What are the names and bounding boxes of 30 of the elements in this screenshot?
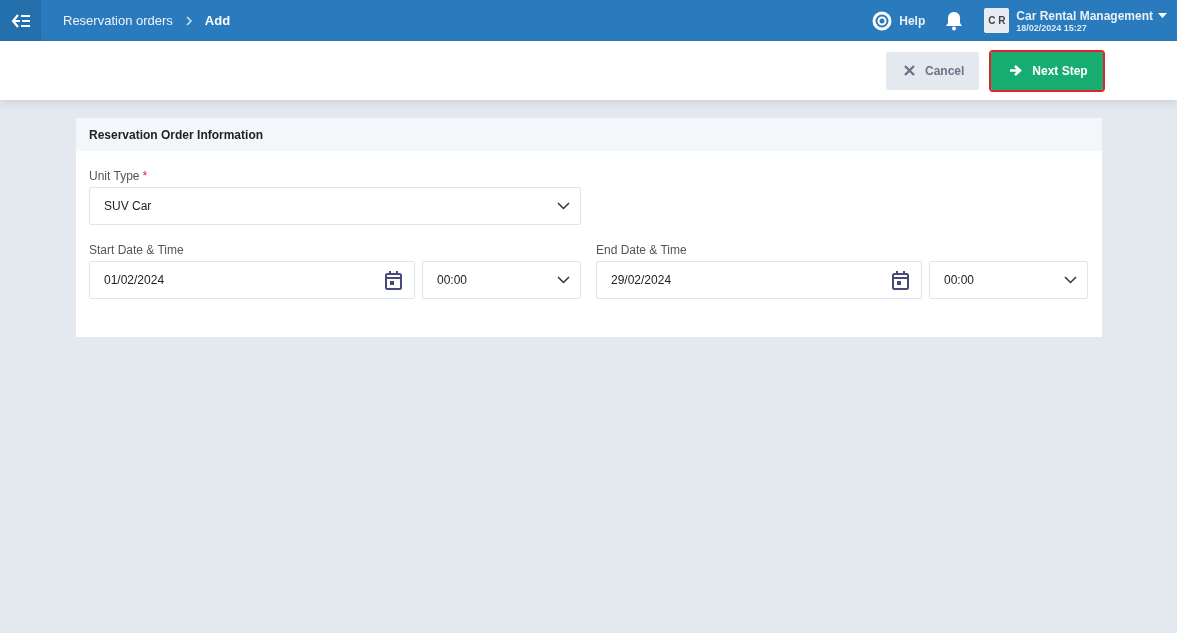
unit-type-select[interactable]: SUV Car (89, 187, 581, 225)
required-mark: * (142, 169, 148, 183)
collapse-menu-button[interactable] (0, 0, 41, 41)
calendar-icon[interactable] (385, 270, 402, 290)
breadcrumb-link[interactable]: Reservation orders (63, 13, 173, 28)
help-button[interactable]: Help (872, 10, 926, 31)
breadcrumb-link[interactable]: Add (204, 13, 231, 28)
date-input[interactable]: 29/02/2024 (596, 261, 922, 299)
account-name[interactable]: Car Rental Management (1016, 8, 1153, 23)
field-label: End Date & Time (596, 243, 688, 257)
account-datetime: 18/02/2024 15:27 (1016, 22, 1087, 33)
caret-down-icon[interactable] (1158, 12, 1167, 19)
cancel-button[interactable]: Cancel (886, 51, 979, 90)
close-icon (904, 65, 915, 76)
lifebuoy-icon (872, 10, 893, 31)
bell-icon[interactable] (945, 10, 964, 31)
card-title: Reservation Order Information (89, 127, 264, 142)
date-input[interactable]: 01/02/2024 (89, 261, 415, 299)
time-select[interactable]: 00:00 (929, 261, 1088, 299)
chevron-right-icon (184, 15, 193, 26)
account-avatar[interactable]: C R (984, 8, 1010, 33)
chevron-down-icon (557, 276, 570, 284)
chevron-down-icon (557, 202, 570, 210)
calendar-icon[interactable] (892, 270, 909, 290)
arrow-list-icon (10, 13, 31, 28)
chevron-down-icon (1064, 276, 1077, 284)
time-select[interactable]: 00:00 (422, 261, 581, 299)
arrow-right-icon (1010, 65, 1023, 76)
field-label: Start Date & Time (89, 243, 185, 257)
field-label: Unit Type (89, 169, 140, 183)
